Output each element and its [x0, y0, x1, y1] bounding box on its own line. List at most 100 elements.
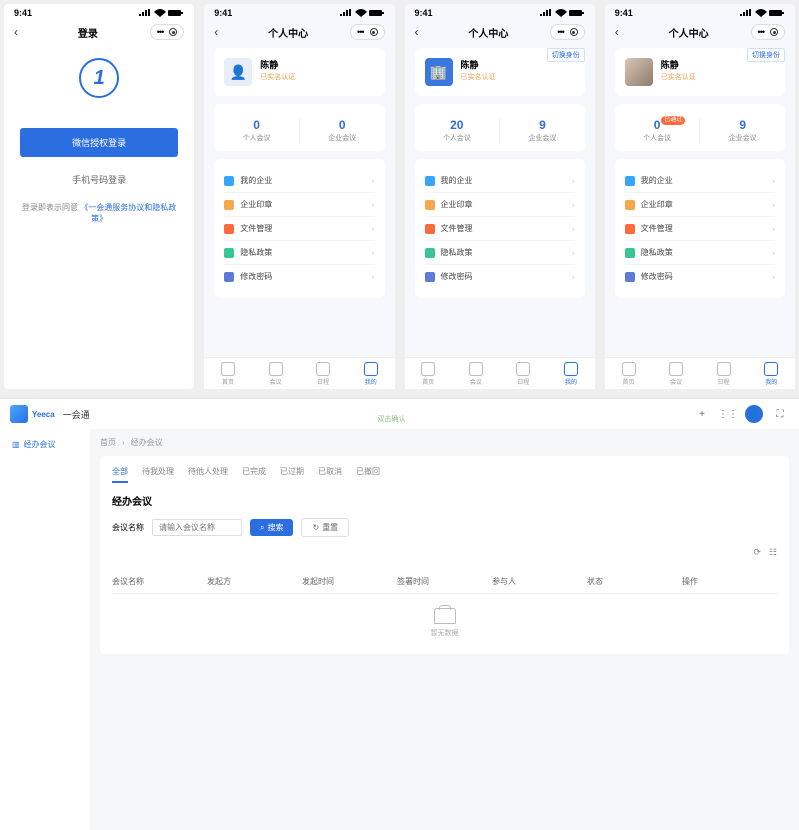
- chevron-right-icon: ›: [572, 176, 575, 186]
- refresh-icon[interactable]: ⟳: [753, 547, 761, 558]
- stat-company[interactable]: 0企业会议: [300, 118, 385, 143]
- tab-3[interactable]: 我的: [747, 358, 795, 389]
- tab-0[interactable]: 首页: [405, 358, 453, 389]
- menu-item-label: 文件管理: [441, 223, 473, 234]
- tab-bar: 首页会议日程我的: [405, 357, 595, 389]
- stat-personal[interactable]: 20个人会议: [415, 118, 501, 143]
- tab-icon: [622, 362, 636, 376]
- menu-item-label: 我的企业: [240, 175, 272, 186]
- switch-identity-button[interactable]: 切换身份: [547, 48, 585, 62]
- tab-2[interactable]: 日程: [700, 358, 748, 389]
- menu-item[interactable]: 文件管理›: [224, 216, 374, 240]
- filter-tab[interactable]: 已过期: [280, 466, 304, 483]
- user-card[interactable]: 🏢 陈静已实名认证 切换身份: [415, 48, 585, 96]
- add-icon[interactable]: +: [693, 405, 711, 423]
- tab-1[interactable]: 会议: [652, 358, 700, 389]
- stat-company[interactable]: 9企业会议: [700, 118, 785, 143]
- miniprogram-capsule[interactable]: •••: [150, 24, 184, 40]
- back-icon[interactable]: ‹: [415, 25, 427, 39]
- approved-badge: 已通过: [661, 116, 685, 125]
- wechat-login-button[interactable]: 微信授权登录: [20, 128, 178, 157]
- back-icon[interactable]: ‹: [615, 25, 627, 39]
- menu-item[interactable]: 我的企业›: [625, 169, 775, 192]
- menu-item-label: 修改密码: [441, 271, 473, 282]
- menu-item[interactable]: 企业印章›: [625, 192, 775, 216]
- search-row: 会议名称 ⌕ 搜索 ↻ 重置: [112, 518, 777, 537]
- filter-tab[interactable]: 已撤回: [356, 466, 380, 483]
- tab-label: 会议: [452, 377, 500, 386]
- filter-tab[interactable]: 已完成: [242, 466, 266, 483]
- miniprogram-capsule[interactable]: •••: [751, 24, 785, 40]
- user-card[interactable]: 👤 陈静已实名认证: [214, 48, 384, 96]
- search-button[interactable]: ⌕ 搜索: [250, 519, 293, 536]
- menu-item-icon: [425, 272, 435, 282]
- menu-item[interactable]: 隐私政策›: [425, 240, 575, 264]
- miniprogram-capsule[interactable]: •••: [350, 24, 384, 40]
- miniprogram-capsule[interactable]: •••: [550, 24, 584, 40]
- menu-item[interactable]: 我的企业›: [224, 169, 374, 192]
- tab-label: 会议: [252, 377, 300, 386]
- expand-icon[interactable]: ⛶: [771, 405, 789, 423]
- filter-tab[interactable]: 已取消: [318, 466, 342, 483]
- more-icon[interactable]: •••: [157, 27, 163, 37]
- menu-item[interactable]: 企业印章›: [425, 192, 575, 216]
- filter-tab[interactable]: 待他人处理: [188, 466, 228, 483]
- menu-item[interactable]: 隐私政策›: [625, 240, 775, 264]
- menu-item[interactable]: 修改密码›: [425, 264, 575, 288]
- tab-3[interactable]: 我的: [547, 358, 595, 389]
- menu-item-label: 修改密码: [240, 271, 272, 282]
- sidebar-item-managed[interactable]: ▥经办会议: [6, 435, 84, 454]
- stat-personal[interactable]: 0个人会议: [214, 118, 300, 143]
- sidebar: ▥经办会议: [0, 429, 90, 830]
- close-icon[interactable]: [169, 28, 177, 36]
- crumb-home[interactable]: 首页: [100, 437, 116, 448]
- stat-personal[interactable]: 已通过0个人会议: [615, 118, 701, 143]
- status-time: 9:41: [14, 8, 32, 18]
- apps-icon[interactable]: ⋮⋮: [719, 405, 737, 423]
- tab-0[interactable]: 首页: [204, 358, 252, 389]
- tab-2[interactable]: 日程: [500, 358, 548, 389]
- tab-2[interactable]: 日程: [299, 358, 347, 389]
- menu-item-icon: [425, 224, 435, 234]
- user-card[interactable]: 陈静已实名认证 切换身份: [615, 48, 785, 96]
- menu-item[interactable]: 我的企业›: [425, 169, 575, 192]
- desktop-header: Yeeca 一会通 双击确认 + ⋮⋮ 👤 ⛶: [0, 399, 799, 429]
- phone-profile-avatar: 9:41 ‹个人中心••• 陈静已实名认证 切换身份 已通过0个人会议 9企业会…: [605, 4, 795, 389]
- doc-icon: ▥: [12, 440, 20, 449]
- menu-item-label: 企业印章: [641, 199, 673, 210]
- back-icon[interactable]: ‹: [14, 25, 26, 39]
- menu-item[interactable]: 文件管理›: [625, 216, 775, 240]
- tab-1[interactable]: 会议: [252, 358, 300, 389]
- breadcrumb: 首页 › 经办会议: [100, 437, 789, 448]
- tab-1[interactable]: 会议: [452, 358, 500, 389]
- chevron-right-icon: ›: [772, 176, 775, 186]
- menu-item[interactable]: 文件管理›: [425, 216, 575, 240]
- reset-button[interactable]: ↻ 重置: [301, 518, 349, 537]
- status-icons: [138, 9, 184, 17]
- tab-3[interactable]: 我的: [347, 358, 395, 389]
- filter-tab[interactable]: 待我处理: [142, 466, 174, 483]
- menu-item[interactable]: 修改密码›: [625, 264, 775, 288]
- menu-item[interactable]: 隐私政策›: [224, 240, 374, 264]
- stat-company[interactable]: 9企业会议: [500, 118, 585, 143]
- user-avatar-icon[interactable]: 👤: [745, 405, 763, 423]
- menu-item-icon: [425, 176, 435, 186]
- columns-icon[interactable]: ☷: [769, 547, 777, 558]
- search-input[interactable]: [152, 519, 242, 536]
- menu-item[interactable]: 修改密码›: [224, 264, 374, 288]
- phone-login: 9:41 ‹ 登录 ••• 1 微信授权登录 手机号码登录 登录即表示同意 《一…: [4, 4, 194, 389]
- agreement-link[interactable]: 《一会通服务协议和隐私政策》: [80, 203, 176, 223]
- tab-icon: [364, 362, 378, 376]
- brand-logo[interactable]: Yeeca: [10, 405, 55, 423]
- menu-item-label: 企业印章: [441, 199, 473, 210]
- phone-login-button[interactable]: 手机号码登录: [20, 165, 178, 194]
- menu-item[interactable]: 企业印章›: [224, 192, 374, 216]
- switch-identity-button[interactable]: 切换身份: [747, 48, 785, 62]
- app-name: 一会通: [63, 408, 90, 421]
- menu-item-label: 文件管理: [240, 223, 272, 234]
- tab-icon: [516, 362, 530, 376]
- back-icon[interactable]: ‹: [214, 25, 226, 39]
- menu-item-label: 隐私政策: [441, 247, 473, 258]
- tab-0[interactable]: 首页: [605, 358, 653, 389]
- filter-tab[interactable]: 全部: [112, 466, 128, 483]
